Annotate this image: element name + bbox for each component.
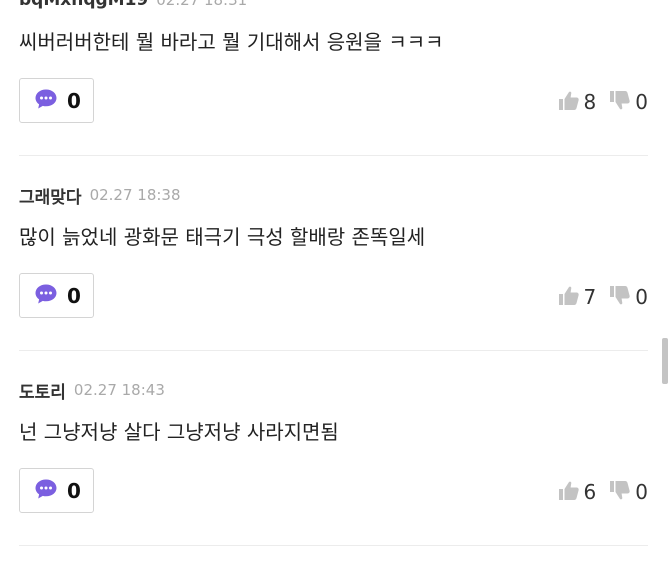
dislike-button[interactable]: 0 <box>610 285 648 309</box>
reply-button[interactable]: 0 <box>19 78 94 123</box>
like-count: 7 <box>583 285 597 309</box>
comment-item: bqMxhqgM19 02.27 18:31 씨버러버한테 뭘 바라고 뭘 기대… <box>0 0 668 185</box>
comment-header: 도토리 02.27 18:43 <box>19 378 165 403</box>
reply-button[interactable]: 0 <box>19 273 94 318</box>
comment-text: 넌 그냥저냥 살다 그냥저냥 사라지면됨 <box>19 420 339 444</box>
dislike-count: 0 <box>635 480 648 504</box>
comment-divider <box>19 155 648 156</box>
comment-text: 많이 늙었네 광화문 태극기 극성 할배랑 존똑일세 <box>19 225 426 249</box>
vote-group: 8 0 <box>558 90 648 114</box>
comment-header: 그래맞다 02.27 18:38 <box>19 183 181 208</box>
comment-divider <box>19 350 648 351</box>
comment-timestamp: 02.27 18:38 <box>89 186 181 204</box>
comment-text: 씨버러버한테 뭘 바라고 뭘 기대해서 응원을 ㅋㅋㅋ <box>19 30 444 54</box>
reply-count: 0 <box>67 88 81 113</box>
like-button[interactable]: 7 <box>558 285 597 309</box>
like-button[interactable]: 6 <box>558 480 597 504</box>
comment-item: 그래맞다 02.27 18:38 많이 늙었네 광화문 태극기 극성 할배랑 존… <box>0 185 668 380</box>
dislike-button[interactable]: 0 <box>610 90 648 114</box>
dislike-button[interactable]: 0 <box>610 480 648 504</box>
like-count: 6 <box>583 480 597 504</box>
speech-bubble-icon <box>34 283 58 309</box>
comment-timestamp: 02.27 18:43 <box>73 381 165 399</box>
reply-count: 0 <box>67 283 81 308</box>
like-button[interactable]: 8 <box>558 90 597 114</box>
dislike-count: 0 <box>635 90 648 114</box>
thumbs-down-icon <box>610 285 630 309</box>
reply-count: 0 <box>67 478 81 503</box>
speech-bubble-icon <box>34 478 58 504</box>
dislike-count: 0 <box>635 285 648 309</box>
comment-header: bqMxhqgM19 02.27 18:31 <box>19 0 247 10</box>
vote-group: 7 0 <box>558 285 648 309</box>
comment-author[interactable]: 도토리 <box>19 378 66 403</box>
thumbs-up-icon <box>558 91 579 114</box>
comment-timestamp: 02.27 18:31 <box>156 0 248 9</box>
vote-group: 6 0 <box>558 480 648 504</box>
comment-list: bqMxhqgM19 02.27 18:31 씨버러버한테 뭘 바라고 뭘 기대… <box>0 0 668 585</box>
thumbs-down-icon <box>610 90 630 114</box>
comment-divider <box>19 545 648 546</box>
reply-button[interactable]: 0 <box>19 468 94 513</box>
speech-bubble-icon <box>34 88 58 114</box>
comment-item: 도토리 02.27 18:43 넌 그냥저냥 살다 그냥저냥 사라지면됨 0 6… <box>0 380 668 575</box>
comment-author[interactable]: bqMxhqgM19 <box>19 0 148 10</box>
scrollbar-thumb[interactable] <box>662 338 668 384</box>
thumbs-up-icon <box>558 481 579 504</box>
thumbs-down-icon <box>610 480 630 504</box>
comment-author[interactable]: 그래맞다 <box>19 183 82 208</box>
thumbs-up-icon <box>558 286 579 309</box>
like-count: 8 <box>583 90 597 114</box>
